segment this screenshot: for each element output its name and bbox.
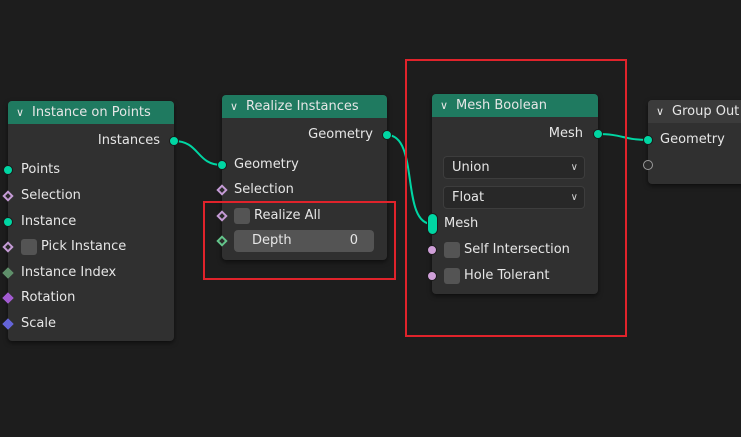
input-label: Selection: [234, 182, 294, 197]
highlight-box-realize-options: [203, 201, 396, 280]
node-header[interactable]: ∨ Realize Instances: [222, 95, 387, 118]
chevron-down-icon[interactable]: ∨: [656, 105, 672, 118]
instance-on-points-node[interactable]: ∨ Instance on Points Instances Points Se…: [8, 101, 174, 341]
instances-output-socket[interactable]: [169, 136, 179, 146]
input-label: Rotation: [21, 290, 76, 305]
node-title: Instance on Points: [32, 105, 151, 120]
chevron-down-icon[interactable]: ∨: [230, 100, 246, 113]
input-label: Instance: [21, 214, 77, 229]
geometry-input-socket[interactable]: [217, 160, 227, 170]
link-instances-to-geometry: [173, 140, 223, 166]
output-label: Instances: [97, 133, 160, 148]
highlight-box-mesh-boolean: [405, 59, 627, 337]
node-header[interactable]: ∨ Group Out: [648, 100, 741, 123]
input-label: Scale: [21, 316, 56, 331]
input-label: Points: [21, 162, 61, 177]
group-output-node[interactable]: ∨ Group Out Geometry: [648, 100, 741, 184]
input-label: Pick Instance: [41, 239, 127, 254]
instance-input-socket[interactable]: [3, 217, 13, 227]
input-label: Instance Index: [21, 265, 117, 280]
chevron-down-icon[interactable]: ∨: [16, 106, 32, 119]
input-label: Geometry: [660, 132, 725, 147]
geometry-output-socket[interactable]: [382, 130, 392, 140]
input-label: Selection: [21, 188, 81, 203]
node-title: Realize Instances: [246, 99, 359, 114]
points-input-socket[interactable]: [3, 165, 13, 175]
node-header[interactable]: ∨ Instance on Points: [8, 101, 174, 124]
node-title: Group Out: [672, 104, 740, 119]
input-label: Geometry: [234, 157, 299, 172]
output-label: Geometry: [308, 127, 373, 142]
geometry-input-socket[interactable]: [643, 135, 653, 145]
empty-input-socket[interactable]: [643, 160, 653, 170]
pick-instance-checkbox[interactable]: [21, 239, 37, 255]
